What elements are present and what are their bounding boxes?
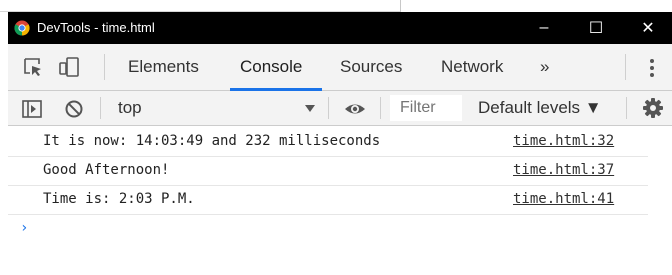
console-prompt-icon[interactable]: › xyxy=(20,220,28,236)
tab-sources[interactable]: Sources xyxy=(340,44,402,90)
chrome-logo-icon xyxy=(14,20,30,36)
console-output: It is now: 14:03:49 and 232 milliseconds… xyxy=(8,126,672,275)
inspect-element-icon[interactable] xyxy=(22,56,44,78)
background-window-border xyxy=(400,0,401,12)
toolbar-divider xyxy=(625,54,626,80)
toolbar-divider xyxy=(626,97,627,119)
minimize-icon: – xyxy=(539,19,549,36)
title-bar: DevTools - time.html – ☐ ✕ xyxy=(8,12,672,44)
sidebar-toggle-icon[interactable] xyxy=(21,98,43,120)
window-title: DevTools - time.html xyxy=(37,20,155,35)
console-message-text: It is now: 14:03:49 and 232 milliseconds xyxy=(43,133,381,149)
gear-icon[interactable] xyxy=(642,97,664,119)
panel-tab-bar: Elements Console Sources Network » xyxy=(8,44,672,91)
maximize-button[interactable]: ☐ xyxy=(571,12,621,44)
dropdown-arrow-icon[interactable] xyxy=(304,102,316,114)
eye-icon[interactable] xyxy=(344,98,366,120)
more-tabs-button[interactable]: » xyxy=(540,44,549,90)
context-selector[interactable]: top xyxy=(118,91,142,125)
tab-network[interactable]: Network xyxy=(441,44,503,90)
device-toolbar-icon[interactable] xyxy=(58,56,80,78)
console-toolbar: top Default levels ▼ xyxy=(8,91,672,126)
maximize-icon: ☐ xyxy=(588,20,604,37)
console-message-text: Time is: 2:03 P.M. xyxy=(43,191,195,207)
close-button[interactable]: ✕ xyxy=(623,12,672,44)
clear-console-icon[interactable] xyxy=(63,98,85,120)
source-link[interactable]: time.html:37 xyxy=(513,162,614,178)
console-message: Good Afternoon! time.html:37 xyxy=(8,157,648,186)
filter-input[interactable] xyxy=(390,95,462,121)
console-message: It is now: 14:03:49 and 232 milliseconds… xyxy=(8,128,648,157)
close-icon: ✕ xyxy=(641,20,655,37)
console-message: Time is: 2:03 P.M. time.html:41 xyxy=(8,186,648,215)
toolbar-divider xyxy=(328,97,329,119)
tab-elements[interactable]: Elements xyxy=(128,44,199,90)
background-window xyxy=(0,0,672,12)
kebab-menu-icon[interactable] xyxy=(644,56,660,80)
console-message-text: Good Afternoon! xyxy=(43,162,170,178)
toolbar-divider xyxy=(104,54,105,80)
devtools-window: DevTools - time.html – ☐ ✕ Elements Cons… xyxy=(8,12,672,275)
source-link[interactable]: time.html:41 xyxy=(513,191,614,207)
source-link[interactable]: time.html:32 xyxy=(513,133,614,149)
minimize-button[interactable]: – xyxy=(519,12,569,44)
log-levels-dropdown[interactable]: Default levels ▼ xyxy=(478,91,602,125)
tab-console[interactable]: Console xyxy=(240,44,302,90)
toolbar-divider xyxy=(380,97,381,119)
toolbar-divider xyxy=(100,97,101,119)
